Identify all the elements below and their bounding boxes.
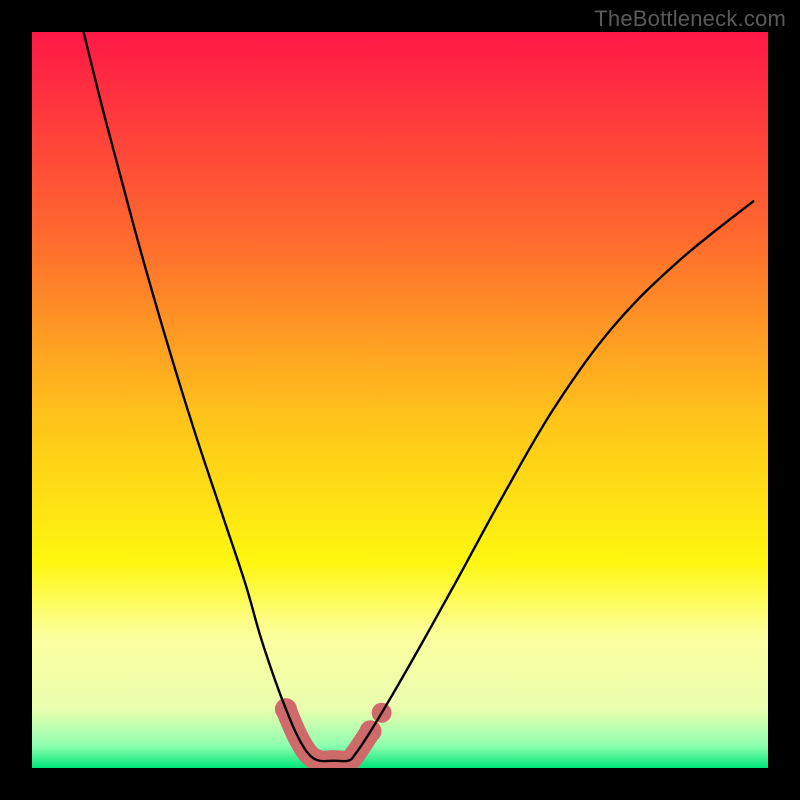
gradient-background [32,32,768,768]
chart-frame: TheBottleneck.com [0,0,800,800]
watermark-text: TheBottleneck.com [594,6,786,32]
plot-area [32,32,768,768]
bottleneck-chart [32,32,768,768]
